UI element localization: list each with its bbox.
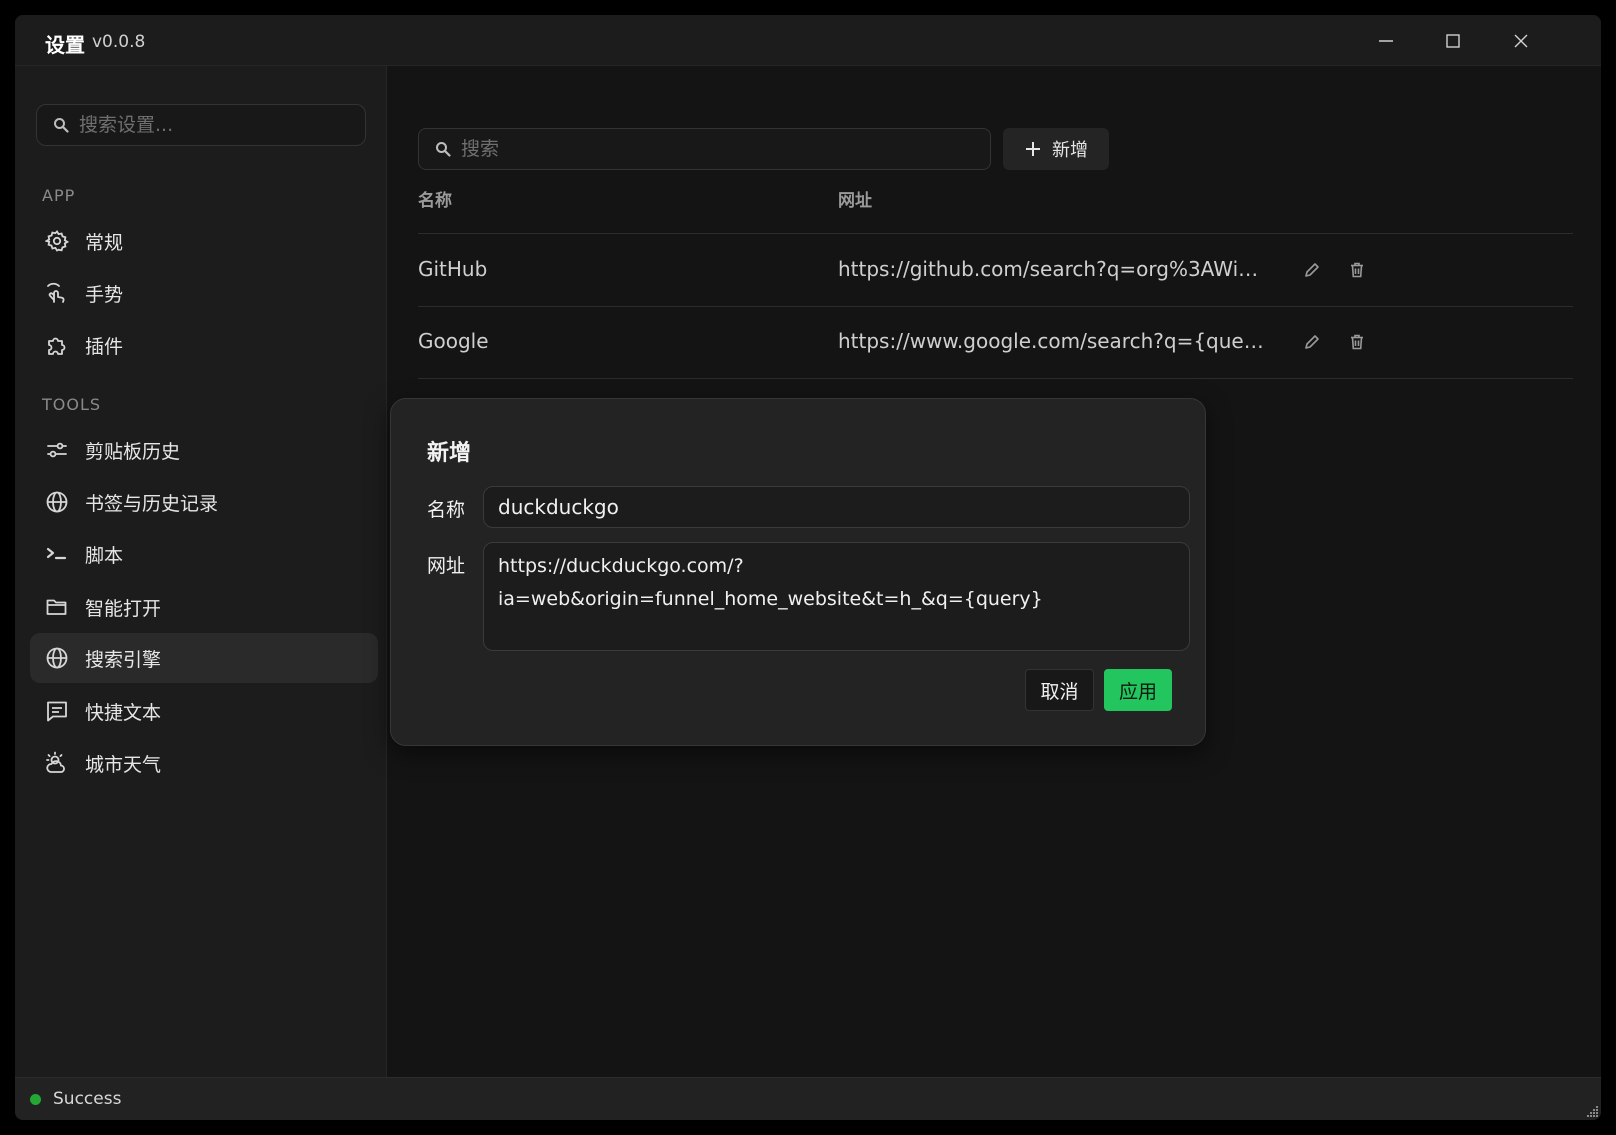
globe-icon: [43, 644, 71, 672]
pencil-icon: [1305, 335, 1319, 349]
gear-icon: [43, 227, 71, 255]
sidebar-item-label: 剪贴板历史: [85, 440, 181, 463]
delete-button[interactable]: [1343, 328, 1371, 356]
cell-url: https://github.com/search?q=org%3AWiseT.…: [838, 257, 1268, 281]
message-icon: [43, 697, 71, 725]
sidebar-item-label: 智能打开: [85, 597, 162, 620]
status-text: Success: [53, 1089, 122, 1109]
delete-button[interactable]: [1343, 256, 1371, 284]
sidebar-item-gesture[interactable]: 手势: [30, 268, 378, 318]
status-indicator: [30, 1094, 41, 1105]
sliders-icon: [43, 436, 71, 464]
status-bar: Success: [15, 1077, 1601, 1120]
dialog-title: 新增: [427, 441, 472, 466]
sidebar-item-plugins[interactable]: 插件: [30, 320, 378, 370]
sidebar-item-label: 快捷文本: [85, 701, 162, 724]
edit-button[interactable]: [1298, 256, 1326, 284]
sidebar-item-label: 手势: [85, 283, 124, 306]
cell-name: GitHub: [418, 257, 488, 281]
window-title: 设置: [45, 33, 85, 57]
terminal-icon: [43, 540, 71, 568]
url-field[interactable]: https://duckduckgo.com/?ia=web&origin=fu…: [483, 542, 1190, 651]
sidebar-item-scripts[interactable]: 脚本: [30, 529, 378, 579]
maximize-icon: [1446, 34, 1460, 48]
column-header-url: 网址: [838, 191, 872, 211]
gesture-icon: [43, 279, 71, 307]
close-button[interactable]: [1495, 21, 1547, 61]
title-bar[interactable]: 设置 v0.0.8: [15, 15, 1601, 66]
section-label-app: APP: [42, 186, 76, 205]
resize-grip-icon[interactable]: [1585, 1104, 1599, 1118]
trash-icon: [1351, 334, 1363, 350]
cell-name: Google: [418, 329, 489, 353]
search-box[interactable]: [418, 128, 991, 170]
search-input[interactable]: [461, 138, 961, 160]
table-row: Google https://www.google.com/search?q={…: [418, 306, 1573, 379]
table-row: GitHub https://github.com/search?q=org%3…: [418, 234, 1573, 307]
add-button[interactable]: 新增: [1003, 128, 1109, 170]
minimize-icon: [1379, 40, 1393, 42]
close-icon: [1514, 34, 1528, 48]
sidebar-item-clipboard-history[interactable]: 剪贴板历史: [30, 425, 378, 475]
sidebar-item-label: 书签与历史记录: [85, 492, 219, 515]
sidebar-item-label: 常规: [85, 231, 124, 254]
add-button-label: 新增: [1052, 140, 1088, 161]
sidebar-item-label: 搜索引擎: [85, 648, 162, 671]
url-label: 网址: [427, 555, 466, 577]
cancel-button[interactable]: 取消: [1025, 669, 1094, 711]
version-label: v0.0.8: [92, 32, 146, 52]
name-field[interactable]: [483, 486, 1190, 528]
sidebar-search-input[interactable]: [79, 114, 349, 136]
sidebar: APP 常规: [15, 66, 387, 1092]
edit-button[interactable]: [1298, 328, 1326, 356]
sidebar-item-label: 脚本: [85, 544, 124, 567]
section-label-tools: TOOLS: [42, 395, 102, 414]
globe-icon: [43, 488, 71, 516]
sidebar-item-smart-open[interactable]: 智能打开: [30, 582, 378, 632]
pencil-icon: [1305, 263, 1319, 277]
apply-button[interactable]: 应用: [1104, 669, 1172, 711]
sidebar-item-general[interactable]: 常规: [30, 216, 378, 266]
sidebar-item-bookmarks-history[interactable]: 书签与历史记录: [30, 477, 378, 527]
sidebar-search[interactable]: [36, 104, 366, 146]
sidebar-item-label: 城市天气: [85, 753, 162, 776]
sidebar-item-search-engine[interactable]: 搜索引擎: [30, 633, 378, 683]
plus-icon: [1024, 140, 1042, 158]
puzzle-icon: [43, 331, 71, 359]
name-label: 名称: [427, 499, 466, 521]
add-engine-dialog: 新增 名称 网址 https://duckduckgo.com/?ia=web&…: [390, 398, 1206, 746]
column-header-name: 名称: [418, 191, 452, 211]
weather-icon: [43, 749, 71, 777]
settings-window: 设置 v0.0.8 APP: [15, 15, 1601, 1120]
maximize-button[interactable]: [1427, 21, 1479, 61]
sidebar-item-quick-text[interactable]: 快捷文本: [30, 686, 378, 736]
minimize-button[interactable]: [1360, 21, 1412, 61]
sidebar-item-city-weather[interactable]: 城市天气: [30, 738, 378, 788]
folder-icon: [43, 593, 71, 621]
search-icon: [436, 142, 451, 157]
cell-url: https://www.google.com/search?q={query}: [838, 329, 1268, 353]
trash-icon: [1351, 262, 1363, 278]
sidebar-item-label: 插件: [85, 335, 124, 358]
search-icon: [54, 118, 69, 133]
